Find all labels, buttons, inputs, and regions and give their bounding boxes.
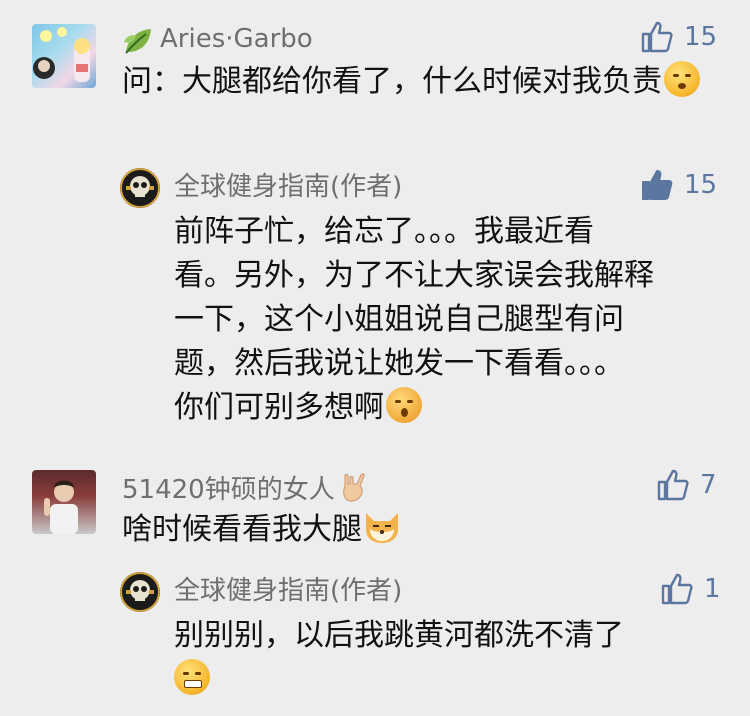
reply-body: 别别别，以后我跳黄河都洗不清了 [174, 618, 624, 653]
like-count: 7 [700, 470, 717, 500]
reply-text: 别别别，以后我跳黄河都洗不清了 [174, 614, 714, 702]
leaf-icon [122, 26, 154, 60]
comment-body: 啥时候看看我大腿 [122, 512, 362, 547]
reply-text: 前阵子忙，给忘了。。。我最近看 看。另外，为了不让大家误会我解释 一下，这个小姐… [174, 210, 734, 430]
thumbs-up-icon [640, 20, 674, 54]
reply-emoji-line [174, 658, 714, 702]
like-button[interactable]: 1 [660, 572, 721, 606]
blush-emoji [664, 61, 700, 97]
reply-line: 题，然后我说让她发一下看看。。。 [174, 346, 624, 381]
avatar[interactable] [120, 572, 160, 612]
comment-text: 问：大腿都给你看了，什么时候对我负责 [122, 60, 722, 104]
like-count: 1 [704, 574, 721, 604]
comment-1: Aries·Garbo 15 问：大腿都给你看了，什么时候对我负责 [0, 0, 750, 170]
comment-author-name: 51420钟硕的女人 [122, 475, 335, 505]
comment-2: 51420钟硕的女人 7 啥时候看看我大腿 [0, 460, 750, 560]
kiss-emoji [386, 387, 422, 423]
reply-line: 你们可别多想啊 [174, 390, 384, 425]
like-button[interactable]: 7 [656, 468, 717, 502]
thumbs-up-icon [656, 468, 690, 502]
reply-line-last: 你们可别多想啊 [174, 386, 734, 430]
thumbs-up-icon [660, 572, 694, 606]
reply-line: 看。另外，为了不让大家误会我解释 [174, 258, 654, 293]
reply-author[interactable]: 全球健身指南(作者) [174, 576, 402, 606]
like-count: 15 [684, 22, 718, 52]
thumbs-up-filled-icon [640, 168, 674, 202]
like-button[interactable]: 15 [640, 168, 717, 202]
rock-hand-emoji [339, 472, 369, 509]
comment-author[interactable]: Aries·Garbo [160, 24, 313, 54]
comment-body: 问：大腿都给你看了，什么时候对我负责 [122, 64, 662, 99]
reply-1: 全球健身指南(作者) 15 前阵子忙，给忘了。。。我最近看 看。另外，为了不让大… [0, 160, 750, 440]
comment-text: 啥时候看看我大腿 [122, 508, 722, 552]
reply-line: 前阵子忙，给忘了。。。我最近看 [174, 214, 594, 249]
comment-author[interactable]: 51420钟硕的女人 [122, 472, 369, 509]
avatar[interactable] [32, 470, 96, 534]
avatar-art [33, 27, 90, 82]
skull-logo-icon [120, 572, 160, 612]
grimace-emoji [174, 659, 210, 695]
like-button[interactable]: 15 [640, 20, 717, 54]
like-count: 15 [684, 170, 718, 200]
avatar-art [44, 480, 78, 534]
reply-2: 全球健身指南(作者) 1 别别别，以后我跳黄河都洗不清了 [0, 560, 750, 716]
reply-author[interactable]: 全球健身指南(作者) [174, 172, 402, 202]
reply-line: 一下，这个小姐姐说自己腿型有问 [174, 302, 624, 337]
skull-logo-icon [120, 168, 160, 208]
avatar[interactable] [120, 168, 160, 208]
shiba-emoji [362, 509, 402, 545]
avatar[interactable] [32, 24, 96, 88]
